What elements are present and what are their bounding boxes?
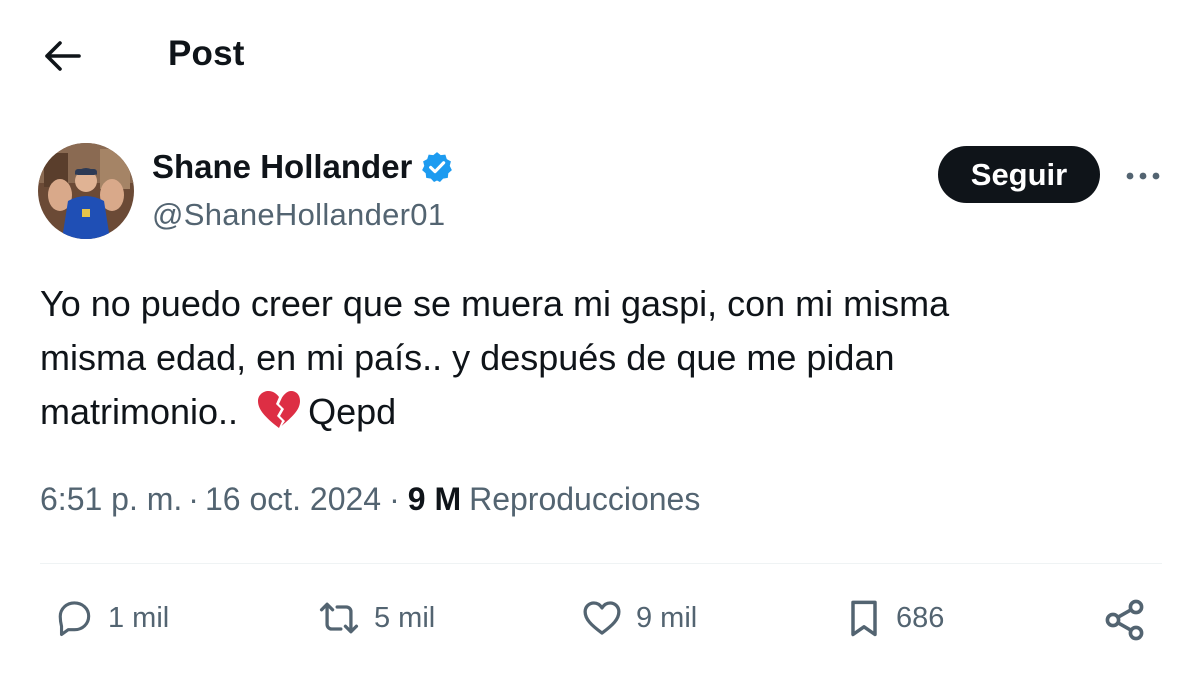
bookmark-icon — [851, 600, 877, 637]
heart-icon — [583, 601, 621, 635]
tweet-meta: 6:51 p. m. · 16 oct. 2024 · 9 M Reproduc… — [40, 481, 700, 518]
reply-icon — [58, 601, 91, 637]
repost-count: 5 mil — [374, 601, 436, 634]
bookmark-count: 686 — [896, 601, 945, 634]
tweet-text: Yo no puedo creer que se muera mi gaspi,… — [40, 277, 1140, 439]
tweet-time[interactable]: 6:51 p. m. — [40, 481, 182, 518]
views-count: 9 M — [407, 481, 462, 517]
reply-count: 1 mil — [108, 601, 170, 634]
author-name-row: Shane Hollander — [152, 148, 454, 186]
more-horizontal-icon — [1126, 172, 1160, 180]
reply-button[interactable]: 1 mil — [50, 596, 169, 640]
views-label: Reproducciones — [469, 481, 701, 517]
tweet-suffix: Qepd — [308, 391, 397, 432]
repost-icon — [319, 602, 359, 634]
author-handle[interactable]: @ShaneHollander01 — [152, 197, 445, 233]
meta-separator: · — [188, 481, 199, 517]
broken-heart-emoji — [258, 391, 301, 428]
more-options-button[interactable] — [1118, 156, 1168, 196]
tweet-line: misma edad, en mi país.. y después de qu… — [40, 337, 895, 378]
divider — [40, 563, 1162, 564]
tweet-line-last: matrimonio.. Qepd — [40, 385, 1140, 439]
author-display-name[interactable]: Shane Hollander — [152, 148, 412, 186]
avatar[interactable] — [38, 143, 134, 239]
share-icon — [1105, 599, 1144, 641]
verified-badge-icon — [422, 152, 453, 183]
bookmark-button[interactable]: 686 — [842, 596, 944, 640]
back-button[interactable] — [38, 36, 86, 76]
tweet-line: Yo no puedo creer que se muera mi gaspi,… — [40, 283, 950, 324]
page-title: Post — [168, 34, 245, 73]
arrow-left-icon — [45, 41, 81, 71]
meta-separator: · — [389, 481, 400, 517]
like-count: 9 mil — [636, 601, 698, 634]
tweet-date[interactable]: 16 oct. 2024 — [205, 481, 381, 518]
repost-button[interactable]: 5 mil — [314, 596, 435, 640]
like-button[interactable]: 9 mil — [578, 596, 697, 640]
follow-button[interactable]: Seguir — [938, 146, 1100, 203]
share-button[interactable] — [1100, 596, 1150, 644]
tweet-line-text: matrimonio.. — [40, 391, 239, 432]
